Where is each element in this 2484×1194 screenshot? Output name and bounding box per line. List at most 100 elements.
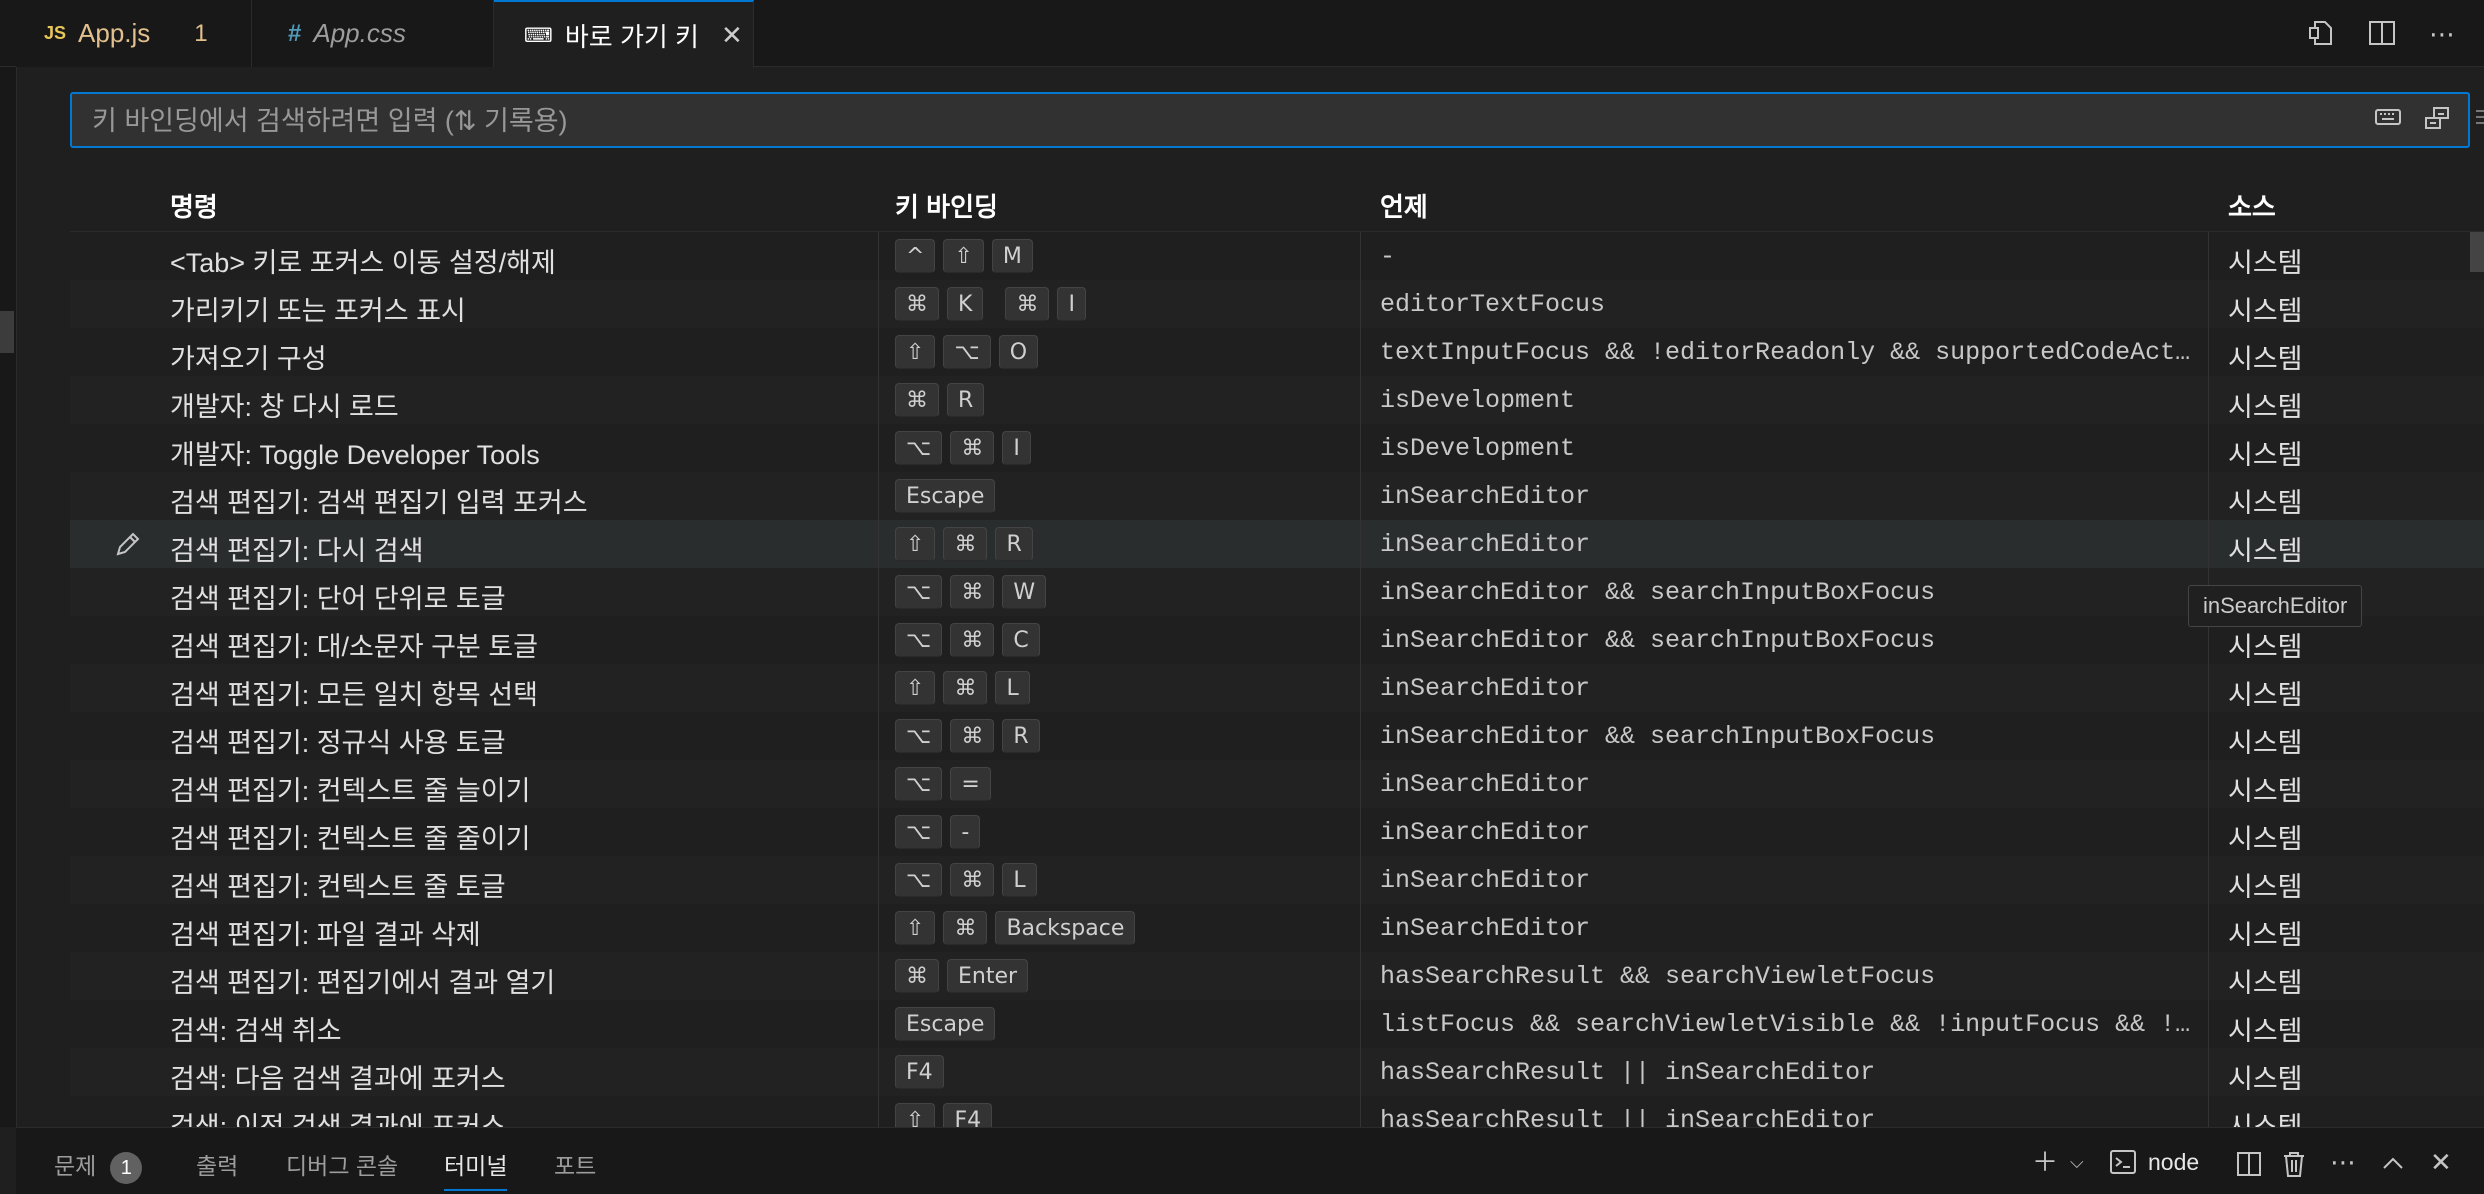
panel-tab-output[interactable]: 출력 xyxy=(196,1147,238,1181)
close-tab-icon[interactable]: ✕ xyxy=(721,20,743,51)
column-divider xyxy=(1360,520,1361,568)
split-editor-icon[interactable] xyxy=(2366,18,2398,50)
chevron-down-icon[interactable]: ⌵ xyxy=(2070,1142,2084,1182)
keybinding-row[interactable]: 검색 편집기: 검색 편집기 입력 포커스 Escape inSearchEdito… xyxy=(70,472,2484,520)
key-cap: ^ xyxy=(895,239,936,273)
maximize-panel-icon[interactable] xyxy=(2380,1142,2406,1182)
column-divider xyxy=(1360,328,1361,376)
keybinding-keys: ⇧ ⌥ O xyxy=(895,335,1039,369)
when-clause: isDevelopment xyxy=(1380,434,1576,463)
column-divider xyxy=(2208,760,2209,808)
keybinding-row[interactable]: 검색 편집기: 컨텍스트 줄 줄이기 ⌥ - inSearchEditor 시스템 xyxy=(70,808,2484,856)
more-actions-icon[interactable]: ⋯ xyxy=(2330,1142,2356,1182)
keybinding-row[interactable]: 검색 편집기: 정규식 사용 토글 ⌥ ⌘ RinSearchEditor && se… xyxy=(70,712,2484,760)
keybinding-row[interactable]: 검색 편집기: 단어 단위로 토글 ⌥ ⌘ WinSearchEditor && se… xyxy=(70,568,2484,616)
when-clause: inSearchEditor xyxy=(1380,818,1591,847)
clear-search-icon[interactable] xyxy=(2472,106,2484,134)
when-clause: inSearchEditor xyxy=(1380,866,1591,895)
column-divider xyxy=(1360,808,1361,856)
column-header-when[interactable]: 언제 xyxy=(1380,187,1428,224)
source-label: 시스템 xyxy=(2228,1112,2303,1127)
source-label: 시스템 xyxy=(2228,968,2303,998)
keybinding-row[interactable]: 검색 편집기: 대/소문자 구분 토글 ⌥ ⌘ CinSearchEditor && … xyxy=(70,616,2484,664)
keybinding-row[interactable]: 검색 편집기: 모든 일치 항목 선택 ⇧ ⌘ LinSearchEditor 시스템 xyxy=(70,664,2484,712)
sort-by-precedence-icon[interactable] xyxy=(2422,106,2454,134)
close-panel-icon[interactable]: ✕ xyxy=(2430,1142,2452,1182)
key-cap: ⇧ xyxy=(895,1103,936,1127)
source-label: 시스템 xyxy=(2228,632,2303,662)
column-divider xyxy=(1360,952,1361,1000)
keybinding-row[interactable]: 개발자: Toggle Developer Tools ⌥ ⌘ IisDevelopm… xyxy=(70,424,2484,472)
keybinding-keys: ⇧ ⌘ R xyxy=(895,527,1033,561)
command-label: 검색 편집기: 정규식 사용 토글 xyxy=(170,728,506,758)
source-label: 시스템 xyxy=(2228,296,2303,326)
command-label: 검색 편집기: 편집기에서 결과 열기 xyxy=(170,968,556,998)
key-cap: ⇧ xyxy=(895,527,936,561)
when-clause: hasSearchResult && searchViewletFocus xyxy=(1380,962,1936,991)
open-json-icon[interactable] xyxy=(2306,18,2338,50)
column-divider xyxy=(878,472,879,520)
more-actions-icon[interactable]: ⋯ xyxy=(2426,18,2458,50)
key-cap: R xyxy=(947,383,985,417)
source-label: 시스템 xyxy=(2228,536,2303,566)
column-divider xyxy=(878,424,879,472)
key-cap: M xyxy=(991,239,1033,273)
column-divider xyxy=(2208,424,2209,472)
column-divider xyxy=(2208,328,2209,376)
panel-tab-terminal[interactable]: 터미널 xyxy=(444,1147,508,1191)
tab-label: 바로 가기 키 xyxy=(564,21,699,52)
key-cap: ⌥ xyxy=(895,719,943,753)
column-divider xyxy=(1360,904,1361,952)
command-label: 검색: 이전 검색 결과에 포커스 xyxy=(170,1112,506,1127)
column-divider xyxy=(2208,1048,2209,1096)
column-divider xyxy=(1360,1096,1361,1127)
keyboard-icon: ⌨ xyxy=(524,24,553,47)
record-keys-icon[interactable] xyxy=(2372,106,2404,134)
column-divider xyxy=(878,280,879,328)
keybinding-row[interactable]: 검색 편집기: 파일 결과 삭제 ⇧ ⌘ Backspace inSearchEdito… xyxy=(70,904,2484,952)
keybinding-row[interactable]: 가져오기 구성 ⇧ ⌥ OtextInputFocus && !editorReado… xyxy=(70,328,2484,376)
key-cap: ⌥ xyxy=(895,815,943,849)
table-scrollbar[interactable] xyxy=(2470,232,2484,1127)
column-divider xyxy=(1360,616,1361,664)
source-label: 시스템 xyxy=(2228,920,2303,950)
keybinding-row[interactable]: 검색 편집기: 컨텍스트 줄 늘이기 ⌥ = inSearchEditor 시스템 xyxy=(70,760,2484,808)
tab-app-js[interactable]: JS App.js 1 xyxy=(16,0,252,67)
keybinding-row[interactable]: 검색 편집기: 다시 검색 ⇧ ⌘ RinSearchEditor 시스템 xyxy=(70,520,2484,568)
column-header-keybinding[interactable]: 키 바인딩 xyxy=(895,187,998,224)
source-label: 시스템 xyxy=(2228,776,2303,806)
source-label: 시스템 xyxy=(2228,680,2303,710)
kill-terminal-icon[interactable] xyxy=(2280,1142,2308,1182)
scrollbar-thumb[interactable] xyxy=(2470,232,2484,272)
key-cap: O xyxy=(998,335,1039,369)
keybinding-row[interactable]: 검색: 다음 검색 결과에 포커스 F4 hasSearchResult || in… xyxy=(70,1048,2484,1096)
keybinding-row[interactable]: <Tab> 키로 포커스 이동 설정/해제 ^ ⇧ M - 시스템 xyxy=(70,232,2484,280)
column-divider xyxy=(878,712,879,760)
column-header-source[interactable]: 소스 xyxy=(2228,187,2276,224)
keybinding-row[interactable]: 검색: 검색 취소 Escape listFocus && searchViewle… xyxy=(70,1000,2484,1048)
keybinding-row[interactable]: 검색: 이전 검색 결과에 포커스 ⇧ F4 hasSearchResult || i… xyxy=(70,1096,2484,1127)
key-cap: ⇧ xyxy=(943,239,984,273)
edit-keybinding-icon[interactable] xyxy=(114,530,142,565)
keybinding-row[interactable]: 가리키기 또는 포커스 표시 ⌘ K ⌘ IeditorTextFocus 시스템 xyxy=(70,280,2484,328)
command-label: <Tab> 키로 포커스 이동 설정/해제 xyxy=(170,248,556,278)
column-header-command[interactable]: 명령 xyxy=(170,187,218,224)
panel-tab-debug-console[interactable]: 디버그 콘솔 xyxy=(286,1147,398,1181)
panel-tab-problems[interactable]: 문제 1 xyxy=(54,1147,143,1184)
keybinding-row[interactable]: 검색 편집기: 컨텍스트 줄 토글 ⌥ ⌘ LinSearchEditor 시스템 xyxy=(70,856,2484,904)
terminal-instance[interactable]: node xyxy=(2108,1142,2199,1182)
new-terminal-icon[interactable]: ＋ xyxy=(2032,1142,2058,1182)
keybinding-row[interactable]: 개발자: 창 다시 로드 ⌘ RisDevelopment 시스템 xyxy=(70,376,2484,424)
tab-keyboard-shortcuts[interactable]: ⌨ 바로 가기 키 ✕ xyxy=(494,0,754,68)
source-label: 시스템 xyxy=(2228,488,2303,518)
column-divider xyxy=(2208,904,2209,952)
tab-app-css[interactable]: # App.css xyxy=(252,0,494,67)
split-terminal-icon[interactable] xyxy=(2234,1142,2264,1182)
keybindings-search-input[interactable] xyxy=(90,94,2294,148)
column-divider xyxy=(2208,1000,2209,1048)
keybinding-row[interactable]: 검색 편집기: 편집기에서 결과 열기 ⌘ Enter hasSearchResult… xyxy=(70,952,2484,1000)
key-cap: ⇧ xyxy=(895,911,936,945)
key-cap: ⌘ xyxy=(943,911,988,945)
panel-tab-ports[interactable]: 포트 xyxy=(554,1147,596,1181)
command-label: 검색: 다음 검색 결과에 포커스 xyxy=(170,1064,506,1094)
